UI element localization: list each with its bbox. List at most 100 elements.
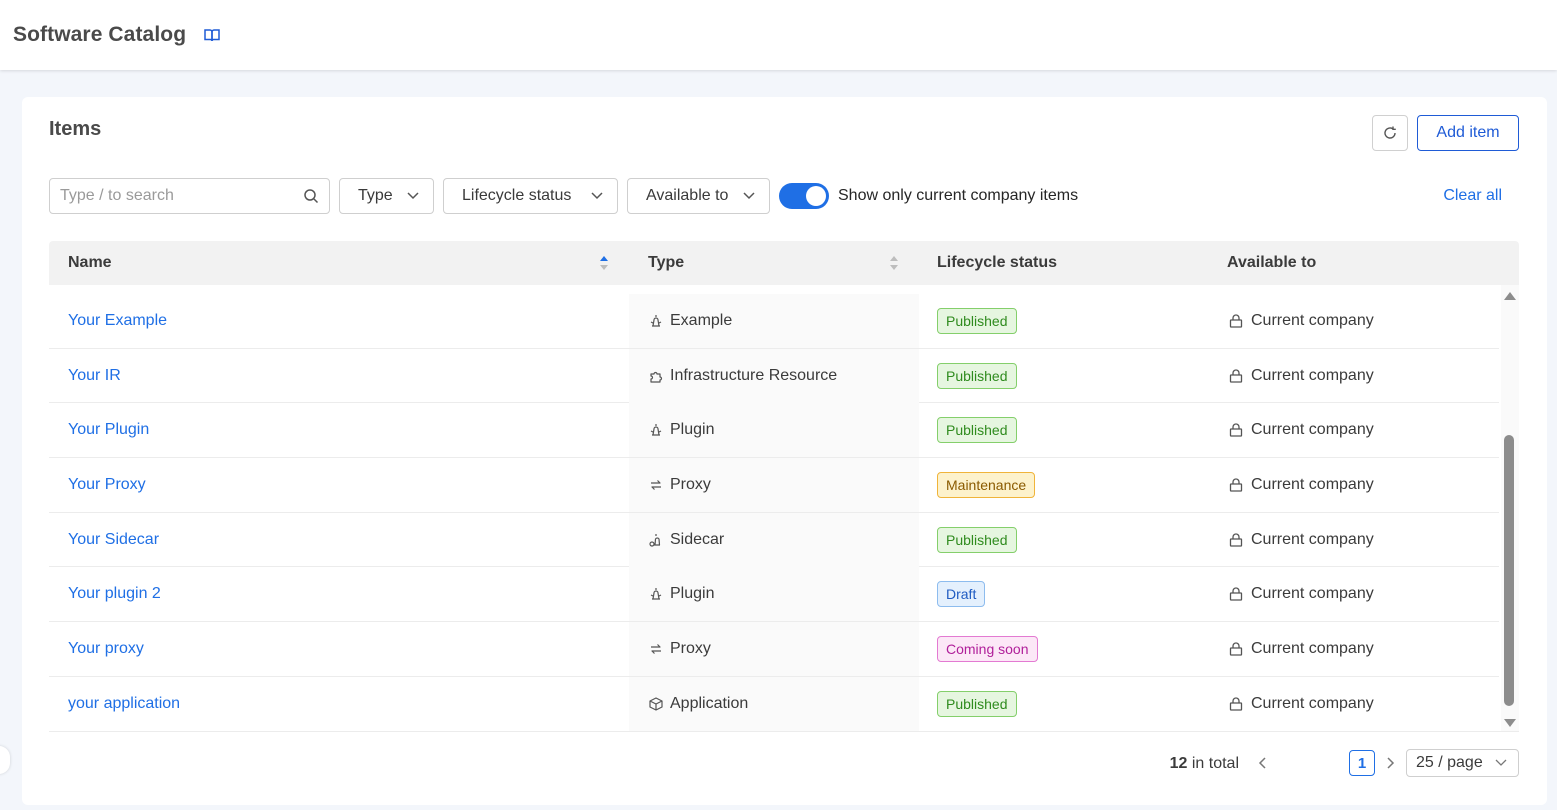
lifecycle-filter-label: Lifecycle status: [462, 187, 572, 204]
add-item-button[interactable]: Add item: [1417, 115, 1519, 151]
item-name-link[interactable]: your application: [49, 677, 629, 731]
chevron-right-icon[interactable]: [1382, 755, 1398, 771]
table-row[interactable]: your application Application Published Curr…: [49, 676, 1499, 731]
lock-icon: [1229, 533, 1243, 547]
section-title: Items: [49, 118, 102, 140]
sort-icon[interactable]: [888, 254, 900, 272]
item-type-label: Proxy: [670, 476, 711, 494]
item-available-label: Current company: [1251, 312, 1374, 329]
table-row[interactable]: Your Example Example Published Current comp…: [49, 294, 1499, 349]
item-type-cell: Plugin: [629, 403, 919, 458]
chevron-down-icon: [591, 192, 603, 200]
sidebar-collapse-handle[interactable]: [0, 746, 10, 774]
table-scrollbar[interactable]: [1501, 285, 1519, 731]
filter-bar: Type Lifecycle status Available to Show …: [49, 178, 1519, 214]
table-row[interactable]: Your IR Infrastructure Resource Published C…: [49, 348, 1499, 404]
item-type-label: Example: [670, 312, 733, 329]
item-status-cell: Draft: [919, 567, 1209, 621]
plugin-icon: [650, 424, 662, 436]
item-available-cell: Current company: [1209, 622, 1499, 676]
table-row[interactable]: Your Plugin Plugin Published Current compan…: [49, 403, 1499, 459]
type-filter-dropdown[interactable]: Type: [339, 178, 434, 214]
page-size-label: 25 / page: [1416, 754, 1483, 771]
item-name-link[interactable]: Your plugin 2: [49, 567, 629, 621]
item-available-cell: Current company: [1209, 677, 1499, 731]
toggle-knob: [806, 186, 826, 206]
item-name-link[interactable]: Your Example: [49, 294, 629, 348]
table-row[interactable]: Your Sidecar Sidecar Published Current comp…: [49, 512, 1499, 568]
status-badge: Coming soon: [937, 636, 1038, 663]
lock-icon: [1229, 369, 1243, 383]
item-type-label: Infrastructure Resource: [670, 366, 838, 384]
status-badge: Published: [937, 308, 1017, 334]
item-name-link[interactable]: Your Proxy: [49, 458, 629, 512]
sort-icon[interactable]: [598, 254, 610, 272]
scroll-down-icon[interactable]: [1503, 717, 1517, 729]
item-status-cell: Published: [919, 349, 1209, 403]
chevron-left-icon[interactable]: [1255, 755, 1271, 771]
item-type-label: Sidecar: [670, 530, 725, 548]
search-icon: [304, 189, 319, 204]
item-name-link[interactable]: Your IR: [49, 349, 629, 403]
search-box: [49, 178, 330, 214]
status-badge: Published: [937, 526, 1017, 553]
pagination: 12 in total 1 25 / page: [49, 749, 1519, 777]
search-input[interactable]: [50, 179, 290, 213]
item-available-label: Current company: [1251, 366, 1374, 384]
item-type-cell: Sidecar: [629, 512, 919, 567]
type-filter-label: Type: [358, 187, 393, 204]
item-type-label: Plugin: [670, 421, 715, 439]
proxy-icon: [651, 644, 661, 655]
item-status-cell: Published: [919, 513, 1209, 567]
item-name-link[interactable]: Your Plugin: [49, 403, 629, 457]
item-available-cell: Current company: [1209, 294, 1499, 348]
item-type-label: Proxy: [670, 640, 711, 658]
item-type-cell: Application: [629, 676, 919, 731]
item-type-cell: Proxy: [629, 622, 919, 677]
refresh-button[interactable]: [1372, 115, 1408, 151]
item-available-cell: Current company: [1209, 513, 1499, 567]
column-header-type[interactable]: Type: [648, 241, 684, 285]
lock-icon: [1229, 478, 1243, 492]
cube-icon: [649, 697, 663, 711]
item-name-link[interactable]: Your proxy: [49, 622, 629, 676]
chevron-down-icon: [407, 192, 419, 200]
book-open-icon[interactable]: [203, 26, 221, 44]
item-status-cell: Published: [919, 403, 1209, 457]
page-number-button[interactable]: 1: [1349, 750, 1375, 776]
item-available-cell: Current company: [1209, 403, 1499, 457]
sidecar-icon: [649, 533, 661, 547]
total-number: 12: [1169, 755, 1188, 772]
lock-icon: [1229, 587, 1243, 602]
item-available-label: Current company: [1251, 476, 1374, 494]
item-available-label: Current company: [1251, 421, 1374, 439]
items-table: Name Type Lifecycle status Available to …: [49, 241, 1519, 732]
item-type-label: Plugin: [670, 585, 715, 603]
lifecycle-filter-dropdown[interactable]: Lifecycle status: [443, 178, 618, 214]
column-header-status: Lifecycle status: [937, 254, 1058, 271]
table-row[interactable]: Your proxy Proxy Coming soon Current compan…: [49, 622, 1499, 677]
table-body: Your Example Example Published Current comp…: [49, 294, 1499, 731]
item-status-cell: Coming soon: [919, 622, 1209, 676]
available-filter-dropdown[interactable]: Available to: [627, 178, 770, 214]
scroll-thumb[interactable]: [1504, 435, 1514, 706]
clear-all-link[interactable]: Clear all: [1443, 187, 1502, 205]
table-row[interactable]: Your plugin 2 Plugin Draft Current company: [49, 567, 1499, 623]
scroll-up-icon[interactable]: [1503, 290, 1517, 302]
toggle-label: Show only current company items: [838, 187, 1079, 204]
item-name-link[interactable]: Your Sidecar: [49, 513, 629, 567]
status-badge: Published: [937, 690, 1017, 717]
page-size-select[interactable]: 25 / page: [1406, 749, 1519, 777]
lock-icon: [1229, 314, 1243, 328]
table-row[interactable]: Your Proxy Proxy Maintenance Current compan…: [49, 458, 1499, 513]
item-available-cell: Current company: [1209, 567, 1499, 621]
column-header-name[interactable]: Name: [68, 241, 112, 285]
example-icon: [650, 315, 662, 327]
item-status-cell: Published: [919, 294, 1209, 348]
proxy-icon: [651, 480, 661, 490]
status-badge: Published: [937, 417, 1017, 444]
current-company-toggle[interactable]: [779, 183, 829, 209]
available-filter-label: Available to: [646, 187, 729, 204]
chevron-down-icon: [1495, 759, 1507, 766]
puzzle-icon: [650, 371, 663, 383]
